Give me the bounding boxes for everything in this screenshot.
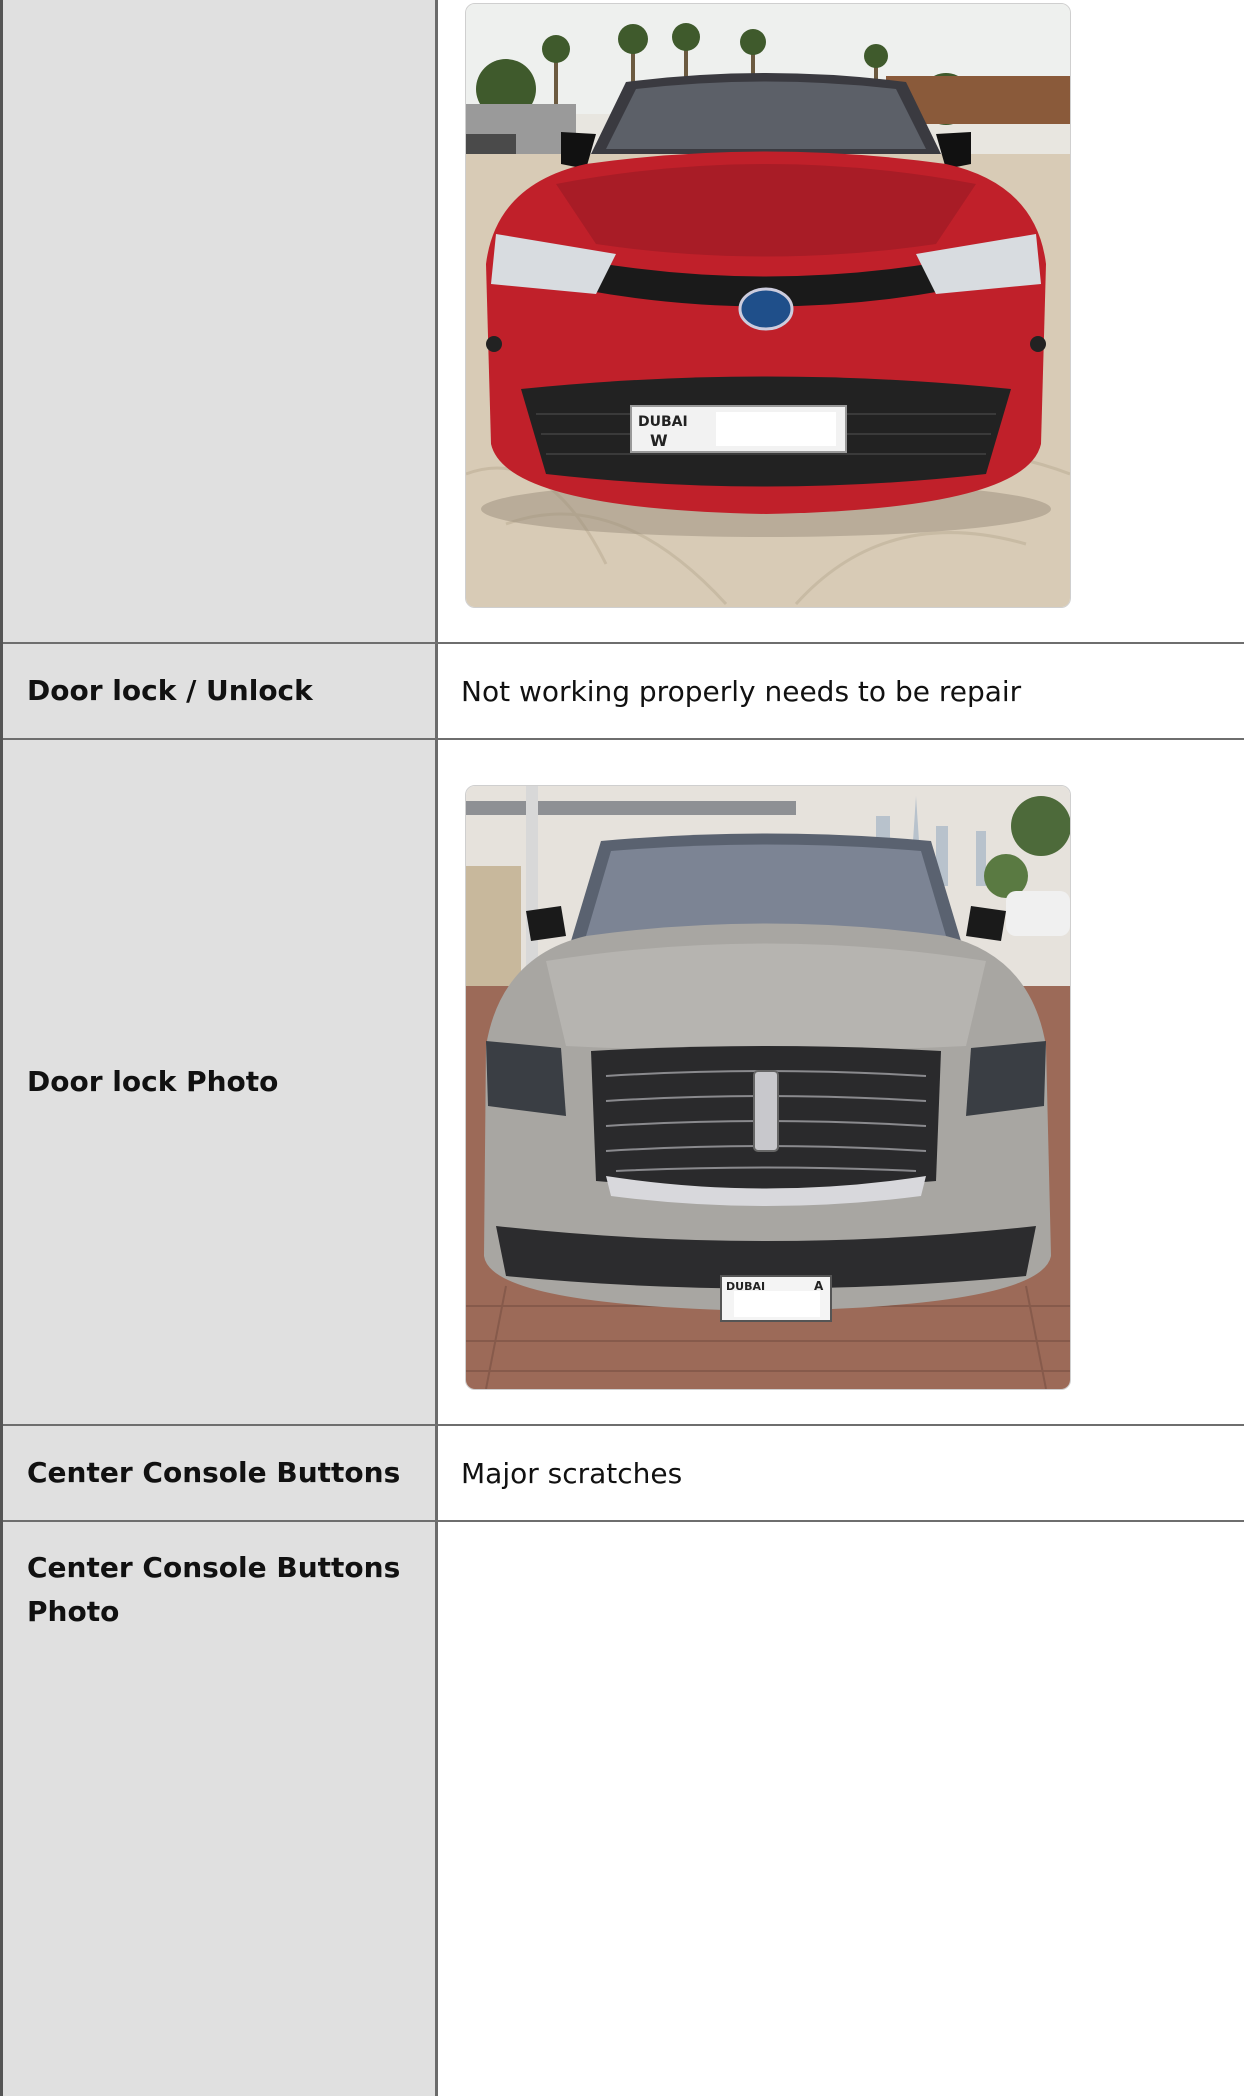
row-label: Door lock Photo [3,740,438,1424]
row-value: Major scratches [461,1456,683,1490]
svg-text:DUBAI: DUBAI [638,414,688,430]
row-label: Center Console Buttons [3,1426,438,1520]
red-toyota-photo: DUBAI W [465,3,1071,608]
row-value: Not working properly needs to be repair [461,674,1022,708]
svg-text:W: W [650,431,668,450]
table-row-center-console-photo: Center Console Buttons Photo [3,1522,1244,2096]
svg-text:DUBAI: DUBAI [726,1280,765,1293]
row-label: Door lock / Unlock [3,644,438,738]
table-row-door-lock: Door lock / Unlock Not working properly … [3,644,1244,738]
row-value [438,1522,1244,2096]
row-label [3,0,438,642]
svg-text:A: A [814,1279,824,1293]
inspection-report-table: DUBAI W Door lock / Unlock Not working p… [0,0,1244,2096]
table-row-center-console: Center Console Buttons Major scratches [3,1426,1244,1520]
grey-lincoln-photo: DUBAI A [465,785,1071,1390]
row-label: Center Console Buttons Photo [3,1522,438,2096]
